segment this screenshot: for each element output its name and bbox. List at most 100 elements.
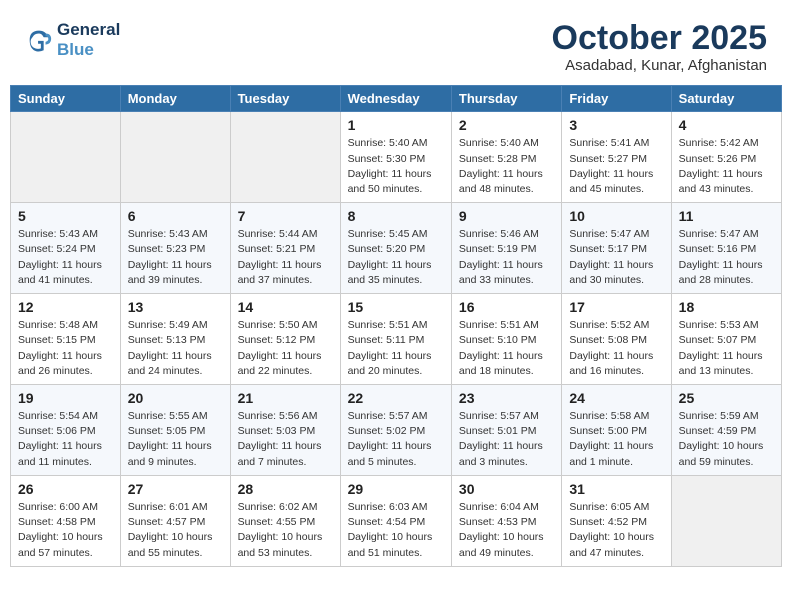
cell-3-5: 24 Sunrise: 5:58 AMSunset: 5:00 PMDayligh… bbox=[562, 385, 671, 476]
cell-2-4: 16Sunrise: 5:51 AMSunset: 5:10 PMDayligh… bbox=[451, 294, 561, 385]
cell-1-5: 10 Sunrise: 5:47 AMSunset: 5:17 PMDayligh… bbox=[562, 203, 671, 294]
cell-0-5: 3 Sunrise: 5:41 AMSunset: 5:27 PMDaylight… bbox=[562, 112, 671, 203]
cell-day-number: 18 bbox=[679, 299, 774, 315]
cell-sun-info: Sunrise: 5:49 AMSunset: 5:13 PMDaylight:… bbox=[128, 318, 223, 379]
header-wednesday: Wednesday bbox=[340, 86, 451, 112]
cell-sun-info: Sunrise: 6:03 AMSunset: 4:54 PMDaylight:… bbox=[348, 500, 444, 561]
cell-sun-info: Sunrise: 5:40 AMSunset: 5:28 PMDaylight:… bbox=[459, 136, 554, 197]
cell-1-0: 5Sunrise: 5:43 AMSunset: 5:24 PMDaylight… bbox=[11, 203, 121, 294]
cell-2-3: 15 Sunrise: 5:51 AMSunset: 5:11 PMDayligh… bbox=[340, 294, 451, 385]
calendar-table: SundayMondayTuesdayWednesdayThursdayFrid… bbox=[10, 85, 782, 566]
weekday-header-row: SundayMondayTuesdayWednesdayThursdayFrid… bbox=[11, 86, 782, 112]
cell-0-2 bbox=[230, 112, 340, 203]
week-row-5: 26 Sunrise: 6:00 AMSunset: 4:58 PMDayligh… bbox=[11, 475, 782, 566]
cell-4-5: 31 Sunrise: 6:05 AMSunset: 4:52 PMDayligh… bbox=[562, 475, 671, 566]
cell-3-6: 25Sunrise: 5:59 AMSunset: 4:59 PMDayligh… bbox=[671, 385, 781, 476]
cell-sun-info: Sunrise: 5:44 AMSunset: 5:21 PMDaylight:… bbox=[238, 227, 333, 288]
cell-sun-info: Sunrise: 5:57 AMSunset: 5:02 PMDaylight:… bbox=[348, 409, 444, 470]
cell-sun-info: Sunrise: 5:40 AMSunset: 5:30 PMDaylight:… bbox=[348, 136, 444, 197]
cell-sun-info: Sunrise: 5:55 AMSunset: 5:05 PMDaylight:… bbox=[128, 409, 223, 470]
cell-day-number: 24 bbox=[569, 390, 663, 406]
cell-sun-info: Sunrise: 5:57 AMSunset: 5:01 PMDaylight:… bbox=[459, 409, 554, 470]
cell-sun-info: Sunrise: 5:50 AMSunset: 5:12 PMDaylight:… bbox=[238, 318, 333, 379]
cell-0-3: 1 Sunrise: 5:40 AMSunset: 5:30 PMDaylight… bbox=[340, 112, 451, 203]
cell-sun-info: Sunrise: 5:42 AMSunset: 5:26 PMDaylight:… bbox=[679, 136, 774, 197]
cell-1-6: 11 Sunrise: 5:47 AMSunset: 5:16 PMDayligh… bbox=[671, 203, 781, 294]
title-block: October 2025 Asadabad, Kunar, Afghanista… bbox=[552, 20, 767, 74]
cell-sun-info: Sunrise: 5:47 AMSunset: 5:17 PMDaylight:… bbox=[569, 227, 663, 288]
cell-day-number: 20 bbox=[128, 390, 223, 406]
cell-sun-info: Sunrise: 5:47 AMSunset: 5:16 PMDaylight:… bbox=[679, 227, 774, 288]
cell-day-number: 3 bbox=[569, 117, 663, 133]
cell-4-0: 26 Sunrise: 6:00 AMSunset: 4:58 PMDayligh… bbox=[11, 475, 121, 566]
cell-4-3: 29 Sunrise: 6:03 AMSunset: 4:54 PMDayligh… bbox=[340, 475, 451, 566]
cell-sun-info: Sunrise: 5:58 AMSunset: 5:00 PMDaylight:… bbox=[569, 409, 663, 470]
cell-1-4: 9 Sunrise: 5:46 AMSunset: 5:19 PMDaylight… bbox=[451, 203, 561, 294]
week-row-1: 1 Sunrise: 5:40 AMSunset: 5:30 PMDaylight… bbox=[11, 112, 782, 203]
logo-text: General Blue bbox=[57, 20, 120, 59]
cell-sun-info: Sunrise: 5:54 AMSunset: 5:06 PMDaylight:… bbox=[18, 409, 113, 470]
cell-3-1: 20 Sunrise: 5:55 AMSunset: 5:05 PMDayligh… bbox=[120, 385, 230, 476]
cell-day-number: 21 bbox=[238, 390, 333, 406]
cell-sun-info: Sunrise: 5:43 AMSunset: 5:24 PMDaylight:… bbox=[18, 227, 113, 288]
cell-day-number: 31 bbox=[569, 481, 663, 497]
cell-day-number: 6 bbox=[128, 208, 223, 224]
header-sunday: Sunday bbox=[11, 86, 121, 112]
cell-day-number: 15 bbox=[348, 299, 444, 315]
cell-day-number: 10 bbox=[569, 208, 663, 224]
cell-day-number: 17 bbox=[569, 299, 663, 315]
cell-0-0 bbox=[11, 112, 121, 203]
cell-sun-info: Sunrise: 5:51 AMSunset: 5:11 PMDaylight:… bbox=[348, 318, 444, 379]
cell-sun-info: Sunrise: 5:45 AMSunset: 5:20 PMDaylight:… bbox=[348, 227, 444, 288]
cell-sun-info: Sunrise: 5:46 AMSunset: 5:19 PMDaylight:… bbox=[459, 227, 554, 288]
cell-sun-info: Sunrise: 6:05 AMSunset: 4:52 PMDaylight:… bbox=[569, 500, 663, 561]
cell-day-number: 12 bbox=[18, 299, 113, 315]
cell-sun-info: Sunrise: 5:41 AMSunset: 5:27 PMDaylight:… bbox=[569, 136, 663, 197]
cell-day-number: 9 bbox=[459, 208, 554, 224]
cell-0-6: 4Sunrise: 5:42 AMSunset: 5:26 PMDaylight… bbox=[671, 112, 781, 203]
logo: General Blue bbox=[25, 20, 120, 59]
cell-day-number: 29 bbox=[348, 481, 444, 497]
cell-3-0: 19 Sunrise: 5:54 AMSunset: 5:06 PMDayligh… bbox=[11, 385, 121, 476]
cell-4-1: 27Sunrise: 6:01 AMSunset: 4:57 PMDayligh… bbox=[120, 475, 230, 566]
cell-day-number: 26 bbox=[18, 481, 113, 497]
cell-sun-info: Sunrise: 6:04 AMSunset: 4:53 PMDaylight:… bbox=[459, 500, 554, 561]
cell-sun-info: Sunrise: 6:02 AMSunset: 4:55 PMDaylight:… bbox=[238, 500, 333, 561]
cell-2-0: 12 Sunrise: 5:48 AMSunset: 5:15 PMDayligh… bbox=[11, 294, 121, 385]
page-header: General Blue October 2025 Asadabad, Kuna… bbox=[10, 10, 782, 79]
header-thursday: Thursday bbox=[451, 86, 561, 112]
cell-day-number: 19 bbox=[18, 390, 113, 406]
cell-1-3: 8 Sunrise: 5:45 AMSunset: 5:20 PMDaylight… bbox=[340, 203, 451, 294]
cell-day-number: 14 bbox=[238, 299, 333, 315]
logo-icon bbox=[25, 26, 53, 54]
cell-1-1: 6 Sunrise: 5:43 AMSunset: 5:23 PMDaylight… bbox=[120, 203, 230, 294]
cell-day-number: 30 bbox=[459, 481, 554, 497]
cell-4-6 bbox=[671, 475, 781, 566]
cell-day-number: 11 bbox=[679, 208, 774, 224]
cell-day-number: 8 bbox=[348, 208, 444, 224]
cell-3-2: 21Sunrise: 5:56 AMSunset: 5:03 PMDayligh… bbox=[230, 385, 340, 476]
week-row-4: 19 Sunrise: 5:54 AMSunset: 5:06 PMDayligh… bbox=[11, 385, 782, 476]
header-friday: Friday bbox=[562, 86, 671, 112]
cell-2-1: 13 Sunrise: 5:49 AMSunset: 5:13 PMDayligh… bbox=[120, 294, 230, 385]
cell-sun-info: Sunrise: 5:43 AMSunset: 5:23 PMDaylight:… bbox=[128, 227, 223, 288]
cell-sun-info: Sunrise: 5:48 AMSunset: 5:15 PMDaylight:… bbox=[18, 318, 113, 379]
cell-4-4: 30 Sunrise: 6:04 AMSunset: 4:53 PMDayligh… bbox=[451, 475, 561, 566]
header-tuesday: Tuesday bbox=[230, 86, 340, 112]
cell-sun-info: Sunrise: 5:53 AMSunset: 5:07 PMDaylight:… bbox=[679, 318, 774, 379]
cell-sun-info: Sunrise: 6:00 AMSunset: 4:58 PMDaylight:… bbox=[18, 500, 113, 561]
cell-0-4: 2 Sunrise: 5:40 AMSunset: 5:28 PMDaylight… bbox=[451, 112, 561, 203]
cell-day-number: 13 bbox=[128, 299, 223, 315]
cell-2-5: 17Sunrise: 5:52 AMSunset: 5:08 PMDayligh… bbox=[562, 294, 671, 385]
cell-3-4: 23Sunrise: 5:57 AMSunset: 5:01 PMDayligh… bbox=[451, 385, 561, 476]
cell-2-2: 14 Sunrise: 5:50 AMSunset: 5:12 PMDayligh… bbox=[230, 294, 340, 385]
cell-0-1 bbox=[120, 112, 230, 203]
cell-day-number: 2 bbox=[459, 117, 554, 133]
cell-day-number: 16 bbox=[459, 299, 554, 315]
cell-1-2: 7Sunrise: 5:44 AMSunset: 5:21 PMDaylight… bbox=[230, 203, 340, 294]
header-saturday: Saturday bbox=[671, 86, 781, 112]
month-title: October 2025 bbox=[552, 20, 767, 57]
cell-day-number: 25 bbox=[679, 390, 774, 406]
cell-day-number: 1 bbox=[348, 117, 444, 133]
week-row-2: 5Sunrise: 5:43 AMSunset: 5:24 PMDaylight… bbox=[11, 203, 782, 294]
